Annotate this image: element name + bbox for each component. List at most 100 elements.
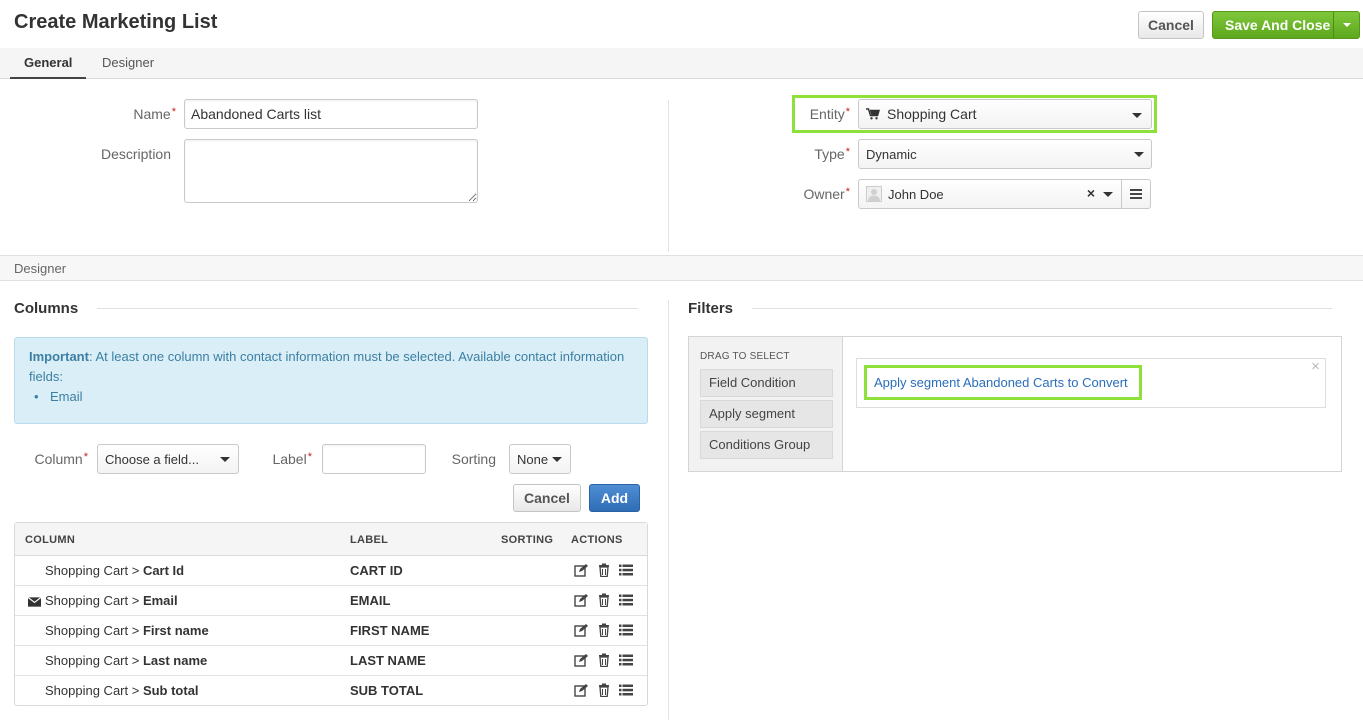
save-and-close-button[interactable]: Save And Close — [1212, 11, 1360, 39]
column-field-placeholder: Choose a field... — [105, 451, 199, 467]
grid-header-label: LABEL — [350, 534, 389, 546]
caret-down-icon — [1132, 113, 1142, 118]
type-select[interactable]: Dynamic — [858, 139, 1152, 169]
type-label: Type* — [814, 146, 850, 162]
row-column-field: Last name — [142, 653, 208, 668]
table-row[interactable]: Shopping Cart > Cart Id CART ID — [15, 556, 647, 586]
filters-title-rule — [752, 308, 1332, 309]
segment-condition-link[interactable]: Apply segment Abandoned Carts to Convert — [874, 375, 1128, 390]
row-column-cell: Shopping Cart > Email — [45, 593, 178, 608]
trash-icon[interactable] — [597, 683, 611, 698]
cancel-button[interactable]: Cancel — [1138, 11, 1204, 39]
description-textarea[interactable] — [184, 139, 478, 203]
row-label-cell: CART ID — [350, 563, 403, 578]
owner-entity-select-button[interactable] — [1121, 179, 1151, 209]
row-column-field: Email — [142, 593, 178, 608]
grid-header-column: COLUMN — [25, 534, 76, 546]
list-icon[interactable] — [619, 593, 633, 607]
row-label-cell: LAST NAME — [350, 653, 426, 668]
caret-down-icon — [220, 457, 230, 462]
row-column-field: Cart Id — [142, 563, 185, 578]
list-icon — [1130, 189, 1142, 199]
drag-to-select-label: DRAG TO SELECT — [700, 351, 790, 362]
column-divider — [668, 100, 669, 252]
grid-header: COLUMN LABEL SORTING ACTIONS — [15, 523, 647, 556]
column-add-button[interactable]: Add — [589, 484, 640, 512]
row-label-cell: EMAIL — [350, 593, 391, 608]
criteria-palette: DRAG TO SELECT Field Condition Apply seg… — [689, 337, 843, 471]
description-label: Description — [100, 146, 171, 162]
designer-divider — [668, 300, 669, 720]
trash-icon[interactable] — [597, 653, 611, 668]
row-column-prefix: Shopping Cart > — [45, 623, 143, 638]
row-column-prefix: Shopping Cart > — [45, 683, 143, 698]
row-column-prefix: Shopping Cart > — [45, 593, 143, 608]
row-column-field: Sub total — [142, 683, 199, 698]
list-icon[interactable] — [619, 623, 633, 637]
columns-title: Columns — [14, 300, 79, 317]
column-label: Column* — [34, 451, 88, 467]
trash-icon[interactable] — [597, 623, 611, 638]
edit-icon[interactable] — [574, 563, 588, 577]
edit-icon[interactable] — [574, 683, 588, 697]
caret-down-icon — [552, 457, 562, 462]
shopping-cart-icon — [866, 108, 880, 120]
save-and-close-label: Save And Close — [1225, 17, 1331, 33]
row-label-cell: SUB TOTAL — [350, 683, 424, 698]
tab-designer[interactable]: Designer — [102, 48, 154, 79]
sorting-select[interactable]: None — [509, 444, 571, 474]
trash-icon[interactable] — [597, 563, 611, 578]
save-dropdown-toggle[interactable] — [1333, 12, 1359, 38]
filters-title: Filters — [688, 300, 734, 317]
name-label: Name* — [133, 106, 176, 122]
column-field-select[interactable]: Choose a field... — [97, 444, 239, 474]
alert-strong: Important — [29, 349, 89, 364]
owner-value: John Doe — [888, 186, 944, 202]
row-column-cell: Shopping Cart > Sub total — [45, 683, 199, 698]
list-icon[interactable] — [619, 683, 633, 697]
tab-bar: General Designer — [0, 48, 1363, 79]
name-input[interactable] — [184, 99, 478, 129]
owner-select[interactable]: John Doe × — [858, 179, 1122, 209]
alert-field-item: • Email — [34, 389, 83, 404]
table-row[interactable]: Shopping Cart > First name FIRST NAME — [15, 616, 647, 646]
grid-header-actions: ACTIONS — [571, 534, 623, 546]
table-row[interactable]: Shopping Cart > Email EMAIL — [15, 586, 647, 616]
user-icon — [868, 189, 880, 201]
column-label-input[interactable] — [322, 444, 426, 474]
envelope-icon — [27, 595, 42, 610]
entity-select[interactable]: Shopping Cart — [858, 99, 1152, 129]
row-column-cell: Shopping Cart > First name — [45, 623, 209, 638]
palette-apply-segment[interactable]: Apply segment — [700, 400, 833, 428]
type-value: Dynamic — [866, 146, 917, 162]
alert-text: : At least one column with contact infor… — [29, 349, 625, 384]
trash-icon[interactable] — [597, 593, 611, 608]
column-cancel-button[interactable]: Cancel — [513, 484, 581, 512]
alert-field-email: Email — [50, 389, 83, 404]
column-label-label: Label* — [272, 451, 312, 467]
sorting-value: None — [517, 451, 549, 467]
tab-general[interactable]: General — [10, 48, 87, 79]
row-column-prefix: Shopping Cart > — [45, 653, 143, 668]
row-column-cell: Shopping Cart > Cart Id — [45, 563, 184, 578]
avatar — [866, 186, 882, 202]
row-column-prefix: Shopping Cart > — [45, 563, 143, 578]
grid-header-sorting: SORTING — [501, 534, 554, 546]
list-icon[interactable] — [619, 653, 633, 667]
list-icon[interactable] — [619, 563, 633, 577]
remove-condition-icon[interactable]: × — [1311, 358, 1320, 375]
sorting-label: Sorting — [451, 451, 496, 467]
table-row[interactable]: Shopping Cart > Last name LAST NAME — [15, 646, 647, 676]
columns-grid: COLUMN LABEL SORTING ACTIONS Shopping Ca… — [14, 522, 648, 706]
page-title: Create Marketing List — [14, 11, 218, 33]
palette-field-condition[interactable]: Field Condition — [700, 369, 833, 397]
edit-icon[interactable] — [574, 653, 588, 667]
filters-box: DRAG TO SELECT Field Condition Apply seg… — [688, 336, 1342, 472]
contact-info-alert: Important: At least one column with cont… — [14, 337, 648, 424]
row-label-cell: FIRST NAME — [350, 623, 430, 638]
table-row[interactable]: Shopping Cart > Sub total SUB TOTAL — [15, 676, 647, 706]
palette-conditions-group[interactable]: Conditions Group — [700, 431, 833, 459]
edit-icon[interactable] — [574, 593, 588, 607]
edit-icon[interactable] — [574, 623, 588, 637]
clear-icon[interactable]: × — [1087, 185, 1095, 201]
